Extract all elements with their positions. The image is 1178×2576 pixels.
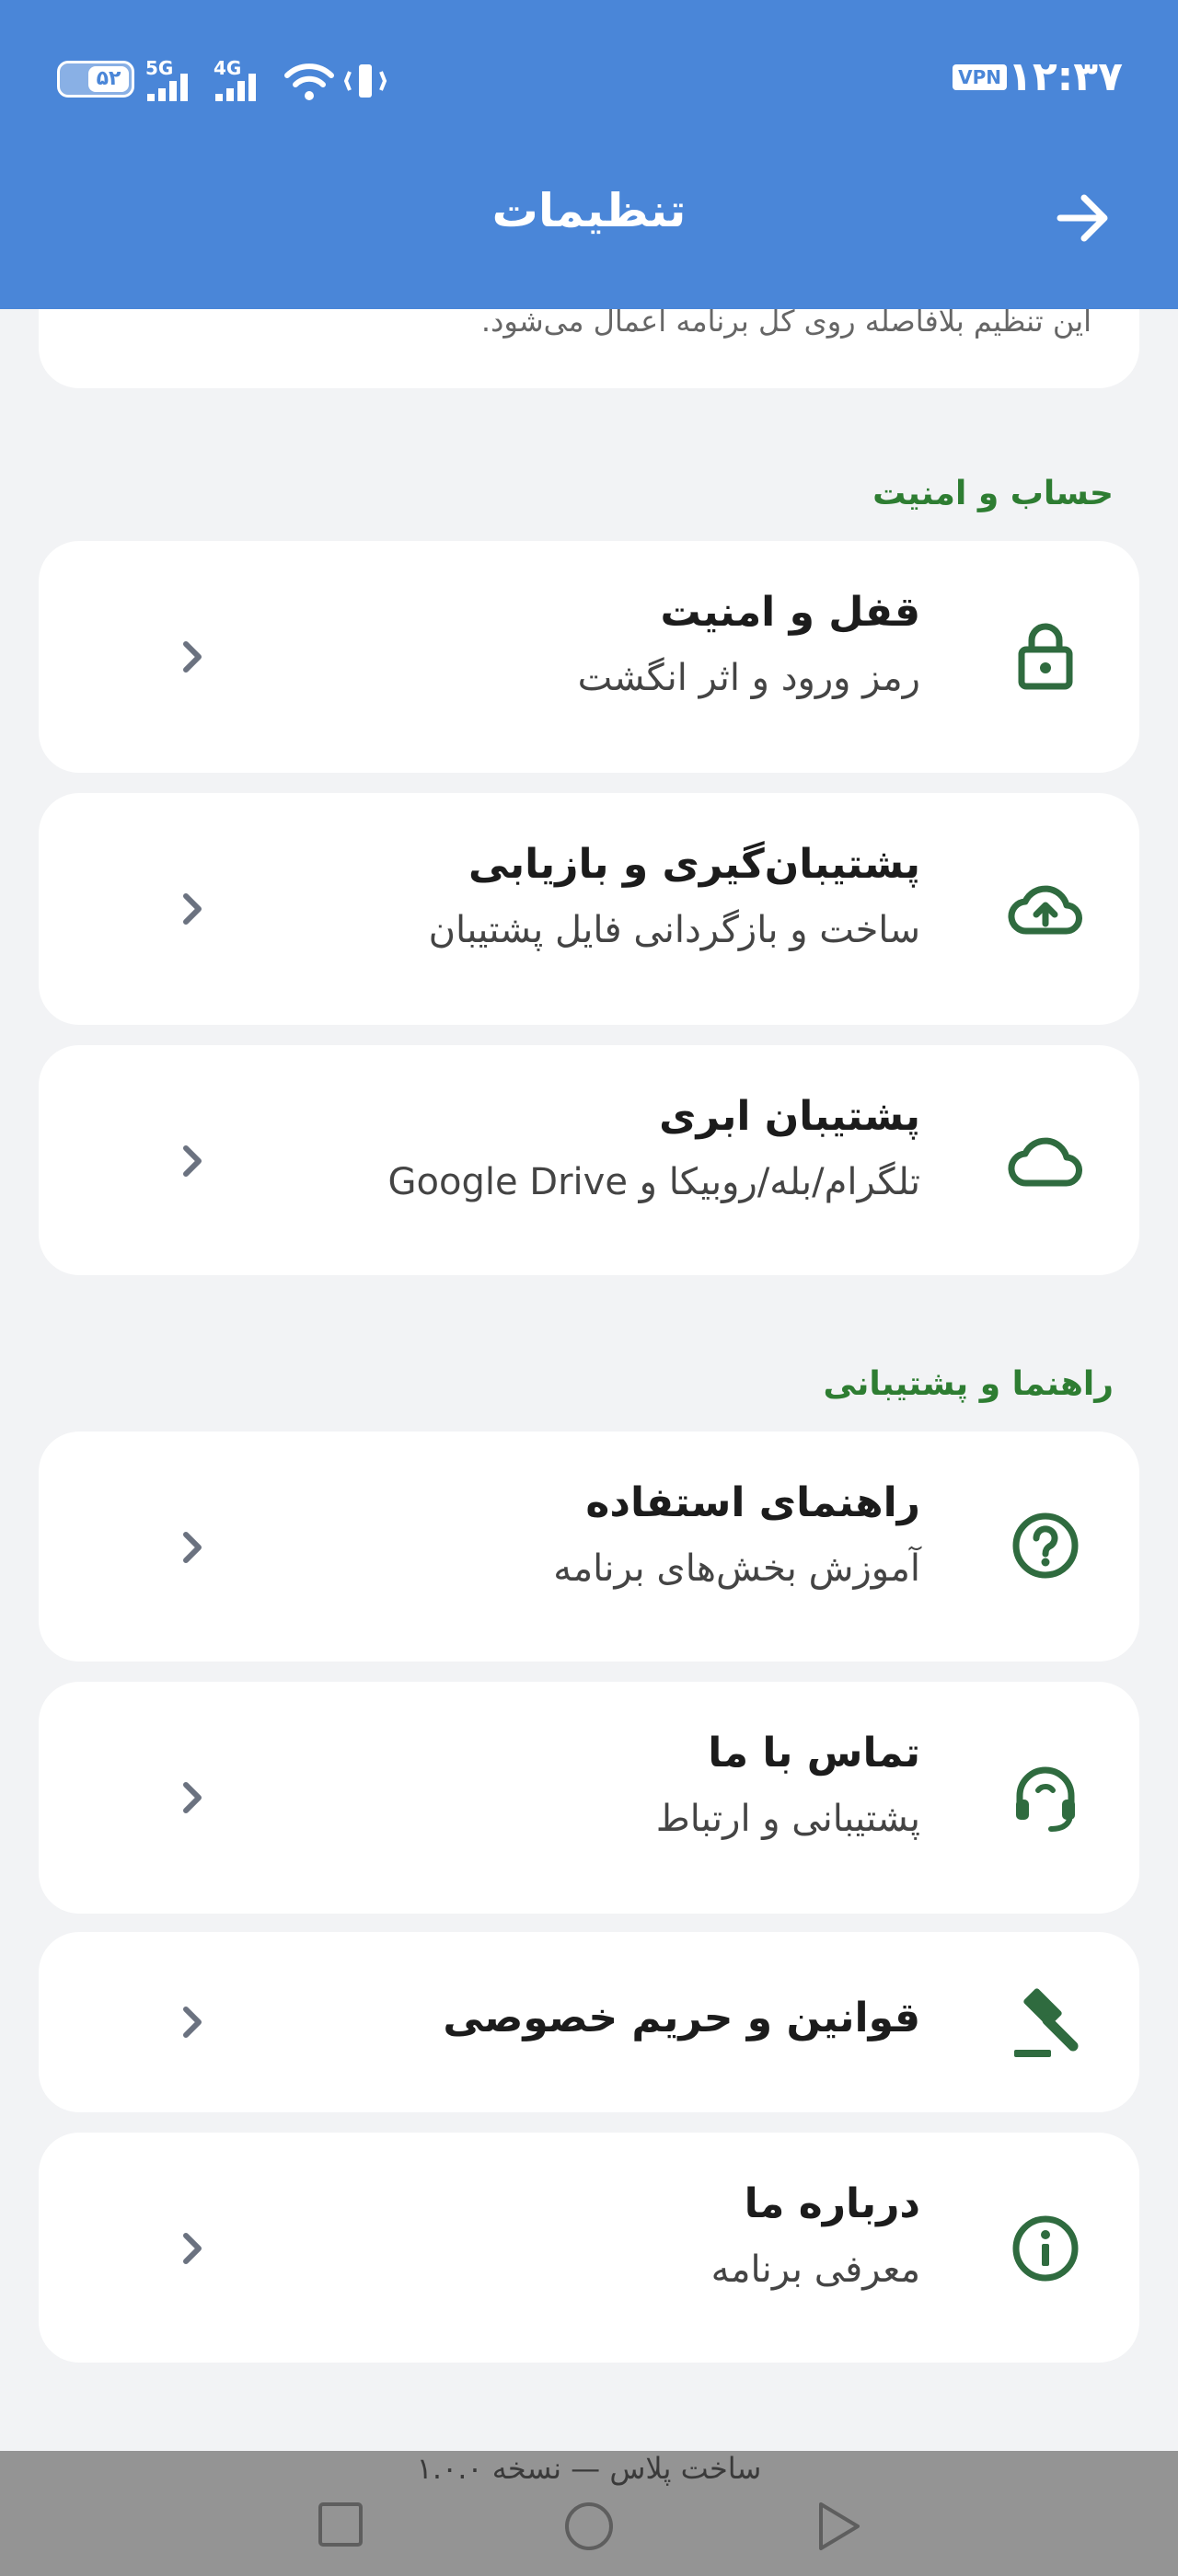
item-title: قفل و امنیت bbox=[660, 589, 920, 636]
lock-icon bbox=[1018, 623, 1073, 690]
chevron-left-icon bbox=[183, 2233, 202, 2264]
info-icon bbox=[1012, 2215, 1079, 2282]
vibrate-icon bbox=[343, 64, 387, 98]
status-bar: ۵۲ 5G 4G VPN ۱۲:۳۷ bbox=[0, 0, 1178, 156]
settings-content: این تنظیم بلافاصله روی کل برنامه اعمال م… bbox=[0, 0, 1178, 2576]
battery-level: ۵۲ bbox=[88, 66, 129, 92]
settings-item-cloud-backup[interactable]: پشتیبان ابری تلگرام/بله/روبیکا و Google … bbox=[39, 1045, 1139, 1275]
battery-icon: ۵۲ bbox=[57, 61, 134, 98]
cloud-upload-icon bbox=[1008, 885, 1082, 935]
item-title: راهنمای استفاده bbox=[585, 1479, 920, 1526]
home-button[interactable] bbox=[563, 2501, 615, 2552]
arrow-right-icon[interactable] bbox=[1053, 188, 1114, 248]
item-title: پشتیبان‌گیری و بازیابی bbox=[468, 841, 920, 888]
item-subtitle: معرفی برنامه bbox=[710, 2248, 920, 2291]
settings-item-terms-privacy[interactable]: قوانین و حریم خصوصی bbox=[39, 1932, 1139, 2112]
gavel-icon bbox=[1014, 1988, 1079, 2057]
wifi-icon bbox=[284, 63, 334, 100]
item-title: درباره ما bbox=[744, 2180, 920, 2227]
settings-screen: این تنظیم بلافاصله روی کل برنامه اعمال م… bbox=[0, 0, 1178, 2576]
app-bar: ۵۲ 5G 4G VPN ۱۲:۳۷ تنظیمات bbox=[0, 0, 1178, 309]
app-version: ساخت پلاس — نسخه ۱.۰.۰ bbox=[416, 2451, 762, 2486]
recent-apps-button[interactable] bbox=[317, 2501, 364, 2548]
section-title-account-security: حساب و امنیت bbox=[872, 475, 1114, 512]
item-subtitle: رمز ورود و اثر انگشت bbox=[577, 657, 920, 699]
signal-5g-icon bbox=[147, 74, 188, 101]
chevron-left-icon bbox=[183, 641, 202, 673]
settings-item-about-us[interactable]: درباره ما معرفی برنامه bbox=[39, 2133, 1139, 2363]
settings-item-lock-security[interactable]: قفل و امنیت رمز ورود و اثر انگشت bbox=[39, 541, 1139, 773]
chevron-left-icon bbox=[183, 1532, 202, 1563]
help-icon bbox=[1012, 1512, 1079, 1579]
headset-icon bbox=[1016, 1766, 1075, 1832]
chevron-left-icon bbox=[183, 1782, 202, 1813]
item-title: تماس با ما bbox=[708, 1730, 920, 1777]
settings-item-contact-us[interactable]: تماس با ما پشتیبانی و ارتباط bbox=[39, 1682, 1139, 1914]
chevron-left-icon bbox=[183, 1145, 202, 1177]
item-subtitle: آموزش بخش‌های برنامه bbox=[553, 1547, 920, 1590]
item-title: پشتیبان ابری bbox=[659, 1093, 920, 1140]
back-nav-button[interactable] bbox=[815, 2501, 863, 2552]
item-subtitle: ساخت و بازگردانی فایل پشتیبان bbox=[428, 909, 920, 951]
network-icons: 5G 4G bbox=[145, 57, 394, 103]
status-time: ۱۲:۳۷ bbox=[1007, 53, 1123, 100]
signal-4g-icon bbox=[215, 74, 256, 101]
item-title: قوانین و حریم خصوصی bbox=[443, 1995, 920, 2041]
settings-item-user-guide[interactable]: راهنمای استفاده آموزش بخش‌های برنامه bbox=[39, 1432, 1139, 1662]
chevron-left-icon bbox=[183, 2007, 202, 2038]
settings-item-backup-restore[interactable]: پشتیبان‌گیری و بازیابی ساخت و بازگردانی … bbox=[39, 793, 1139, 1025]
vpn-badge: VPN bbox=[953, 64, 1007, 90]
page-title: تنظیمات bbox=[491, 184, 687, 237]
cloud-icon bbox=[1008, 1137, 1082, 1187]
chevron-left-icon bbox=[183, 893, 202, 925]
section-title-help-support: راهنما و پشتیبانی bbox=[823, 1365, 1114, 1403]
item-subtitle: پشتیبانی و ارتباط bbox=[655, 1798, 920, 1840]
item-subtitle: تلگرام/بله/روبیکا و Google Drive bbox=[387, 1161, 920, 1203]
